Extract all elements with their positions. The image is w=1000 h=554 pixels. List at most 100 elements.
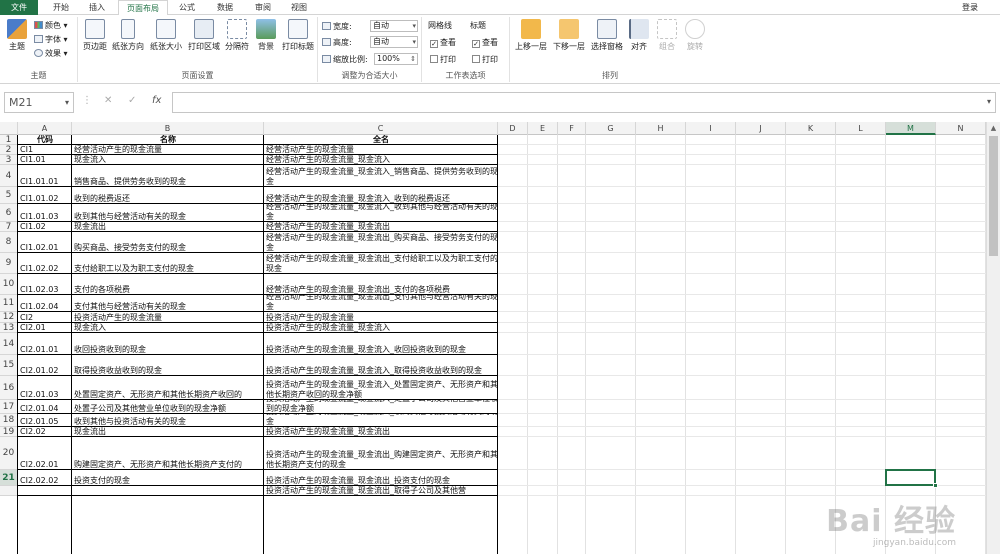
cell-a5[interactable]: CI1.01.02: [18, 187, 72, 204]
row-header[interactable]: 2: [0, 145, 18, 155]
cell-c17[interactable]: 投资活动产生的现金流量_现金流入_处置子公司及其他营业单位收到的现金净额: [264, 400, 498, 414]
print-area-button[interactable]: 打印区域: [186, 19, 222, 52]
column-header-l[interactable]: L: [836, 122, 886, 135]
gridlines-print-checkbox[interactable]: 打印: [430, 54, 456, 65]
height-select[interactable]: 自动 ▾: [370, 36, 418, 48]
headings-view-checkbox[interactable]: ✓ 查看: [472, 37, 498, 48]
tab-review[interactable]: 审阅: [246, 0, 280, 15]
cell-a15[interactable]: CI2.01.02: [18, 355, 72, 376]
column-header-h[interactable]: H: [636, 122, 686, 135]
row-header[interactable]: 4: [0, 165, 18, 187]
cell-b21[interactable]: 投资支付的现金: [72, 470, 264, 486]
column-header-m[interactable]: M: [886, 122, 936, 135]
cell-c20[interactable]: 投资活动产生的现金流量_现金流出_购建固定资产、无形资产和其他长期资产支付的现金: [264, 437, 498, 470]
row-header[interactable]: 1: [0, 135, 18, 145]
theme-colors-button[interactable]: 颜色 ▾: [34, 20, 68, 31]
theme-effects-button[interactable]: 效果 ▾: [34, 48, 68, 59]
cell-c15[interactable]: 投资活动产生的现金流量_现金流入_取得投资收益收到的现金: [264, 355, 498, 376]
row-header[interactable]: 18: [0, 414, 18, 427]
row-header[interactable]: 5: [0, 187, 18, 204]
scroll-up-icon[interactable]: ▲: [987, 122, 1000, 135]
enter-icon[interactable]: ✓: [128, 95, 136, 106]
cell-b16[interactable]: 处置固定资产、无形资产和其他长期资产收回的: [72, 376, 264, 400]
column-header-n[interactable]: N: [936, 122, 986, 135]
tab-page-layout[interactable]: 页面布局: [118, 0, 168, 16]
worksheet-grid[interactable]: A B C D E F G H I J K L M N 1 代码 名称 全名 2 CI1 经营活动产生的现金流量 经营活动…: [0, 122, 986, 554]
row-header[interactable]: 13: [0, 323, 18, 333]
cell-c5[interactable]: 经营活动产生的现金流量_现金流入_收到的税费返还: [264, 187, 498, 204]
cell-c11[interactable]: 经营活动产生的现金流量_现金流出_支付其他与经营活动有关的现金: [264, 295, 498, 312]
row-header[interactable]: 19: [0, 427, 18, 437]
tab-home[interactable]: 开始: [44, 0, 78, 15]
expand-formula-icon[interactable]: ▾: [987, 97, 991, 106]
cell-a17[interactable]: CI2.01.04: [18, 400, 72, 414]
send-backward-button[interactable]: 下移一层: [550, 19, 588, 52]
column-header-j[interactable]: J: [736, 122, 786, 135]
cell-c4[interactable]: 经营活动产生的现金流量_现金流入_销售商品、提供劳务收到的现金: [264, 165, 498, 187]
cancel-icon[interactable]: ✕: [104, 95, 112, 106]
margins-button[interactable]: 页边距: [80, 19, 110, 52]
size-button[interactable]: 纸张大小: [148, 19, 184, 52]
tab-data[interactable]: 数据: [208, 0, 242, 15]
row-header[interactable]: 16: [0, 376, 18, 400]
cell-b5[interactable]: 收到的税费返还: [72, 187, 264, 204]
column-header-g[interactable]: G: [586, 122, 636, 135]
cell-b9[interactable]: 支付给职工以及为职工支付的现金: [72, 253, 264, 274]
cell-a4[interactable]: CI1.01.01: [18, 165, 72, 187]
tab-view[interactable]: 视图: [282, 0, 316, 15]
row-header[interactable]: 21: [0, 470, 18, 486]
headings-print-checkbox[interactable]: 打印: [472, 54, 498, 65]
background-button[interactable]: 背景: [254, 19, 278, 52]
fill-handle[interactable]: [933, 483, 938, 488]
row-header[interactable]: 17: [0, 400, 18, 414]
cell-c16[interactable]: 投资活动产生的现金流量_现金流入_处置固定资产、无形资产和其他长期资产收回的现金…: [264, 376, 498, 400]
login-link[interactable]: 登录: [962, 0, 978, 15]
row-header[interactable]: 20: [0, 437, 18, 470]
cell-b8[interactable]: 购买商品、接受劳务支付的现金: [72, 232, 264, 253]
column-header-a[interactable]: A: [18, 122, 72, 135]
tab-formulas[interactable]: 公式: [170, 0, 204, 15]
bring-forward-button[interactable]: 上移一层: [512, 19, 550, 52]
cell-a21[interactable]: CI2.02.02: [18, 470, 72, 486]
row-header[interactable]: 3: [0, 155, 18, 165]
align-button[interactable]: 对齐: [626, 19, 652, 52]
name-box[interactable]: M21 ▾: [4, 92, 74, 113]
theme-fonts-button[interactable]: 字体 ▾: [34, 34, 68, 45]
insert-function-icon[interactable]: fx: [152, 95, 161, 106]
selected-cell[interactable]: [885, 469, 938, 488]
cell-c6[interactable]: 经营活动产生的现金流量_现金流入_收到其他与经营活动有关的现金: [264, 204, 498, 222]
vertical-scrollbar[interactable]: ▲: [986, 122, 1000, 554]
column-header-f[interactable]: F: [558, 122, 586, 135]
cell-a6[interactable]: CI1.01.03: [18, 204, 72, 222]
cell-a16[interactable]: CI2.01.03: [18, 376, 72, 400]
cell-c14[interactable]: 投资活动产生的现金流量_现金流入_收回投资收到的现金: [264, 333, 498, 355]
row-header[interactable]: 11: [0, 295, 18, 312]
orientation-button[interactable]: 纸张方向: [110, 19, 146, 52]
row-header[interactable]: 15: [0, 355, 18, 376]
column-header-i[interactable]: I: [686, 122, 736, 135]
formula-input[interactable]: ▾: [172, 92, 996, 113]
zoom-spinner[interactable]: 100% ⇕: [374, 53, 418, 65]
cell-a10[interactable]: CI1.02.03: [18, 274, 72, 295]
column-header-e[interactable]: E: [528, 122, 558, 135]
themes-button[interactable]: 主题: [4, 19, 30, 52]
cell-a11[interactable]: CI1.02.04: [18, 295, 72, 312]
tab-file[interactable]: 文件: [0, 0, 38, 15]
column-header-d[interactable]: D: [498, 122, 528, 135]
cell-b17[interactable]: 处置子公司及其他营业单位收到的现金净额: [72, 400, 264, 414]
row-header[interactable]: 6: [0, 204, 18, 222]
print-titles-button[interactable]: 打印标题: [280, 19, 316, 52]
cell-b20[interactable]: 购建固定资产、无形资产和其他长期资产支付的: [72, 437, 264, 470]
cell-c10[interactable]: 经营活动产生的现金流量_现金流出_支付的各项税费: [264, 274, 498, 295]
cell-b6[interactable]: 收到其他与经营活动有关的现金: [72, 204, 264, 222]
row-header[interactable]: 8: [0, 232, 18, 253]
cell-a8[interactable]: CI1.02.01: [18, 232, 72, 253]
cell-c9[interactable]: 经营活动产生的现金流量_现金流出_支付给职工以及为职工支付的现金: [264, 253, 498, 274]
row-header[interactable]: 12: [0, 312, 18, 323]
cell-b15[interactable]: 取得投资收益收到的现金: [72, 355, 264, 376]
cell-b11[interactable]: 支付其他与经营活动有关的现金: [72, 295, 264, 312]
cell-b10[interactable]: 支付的各项税费: [72, 274, 264, 295]
row-header[interactable]: 9: [0, 253, 18, 274]
row-header[interactable]: 7: [0, 222, 18, 232]
width-select[interactable]: 自动 ▾: [370, 20, 418, 32]
